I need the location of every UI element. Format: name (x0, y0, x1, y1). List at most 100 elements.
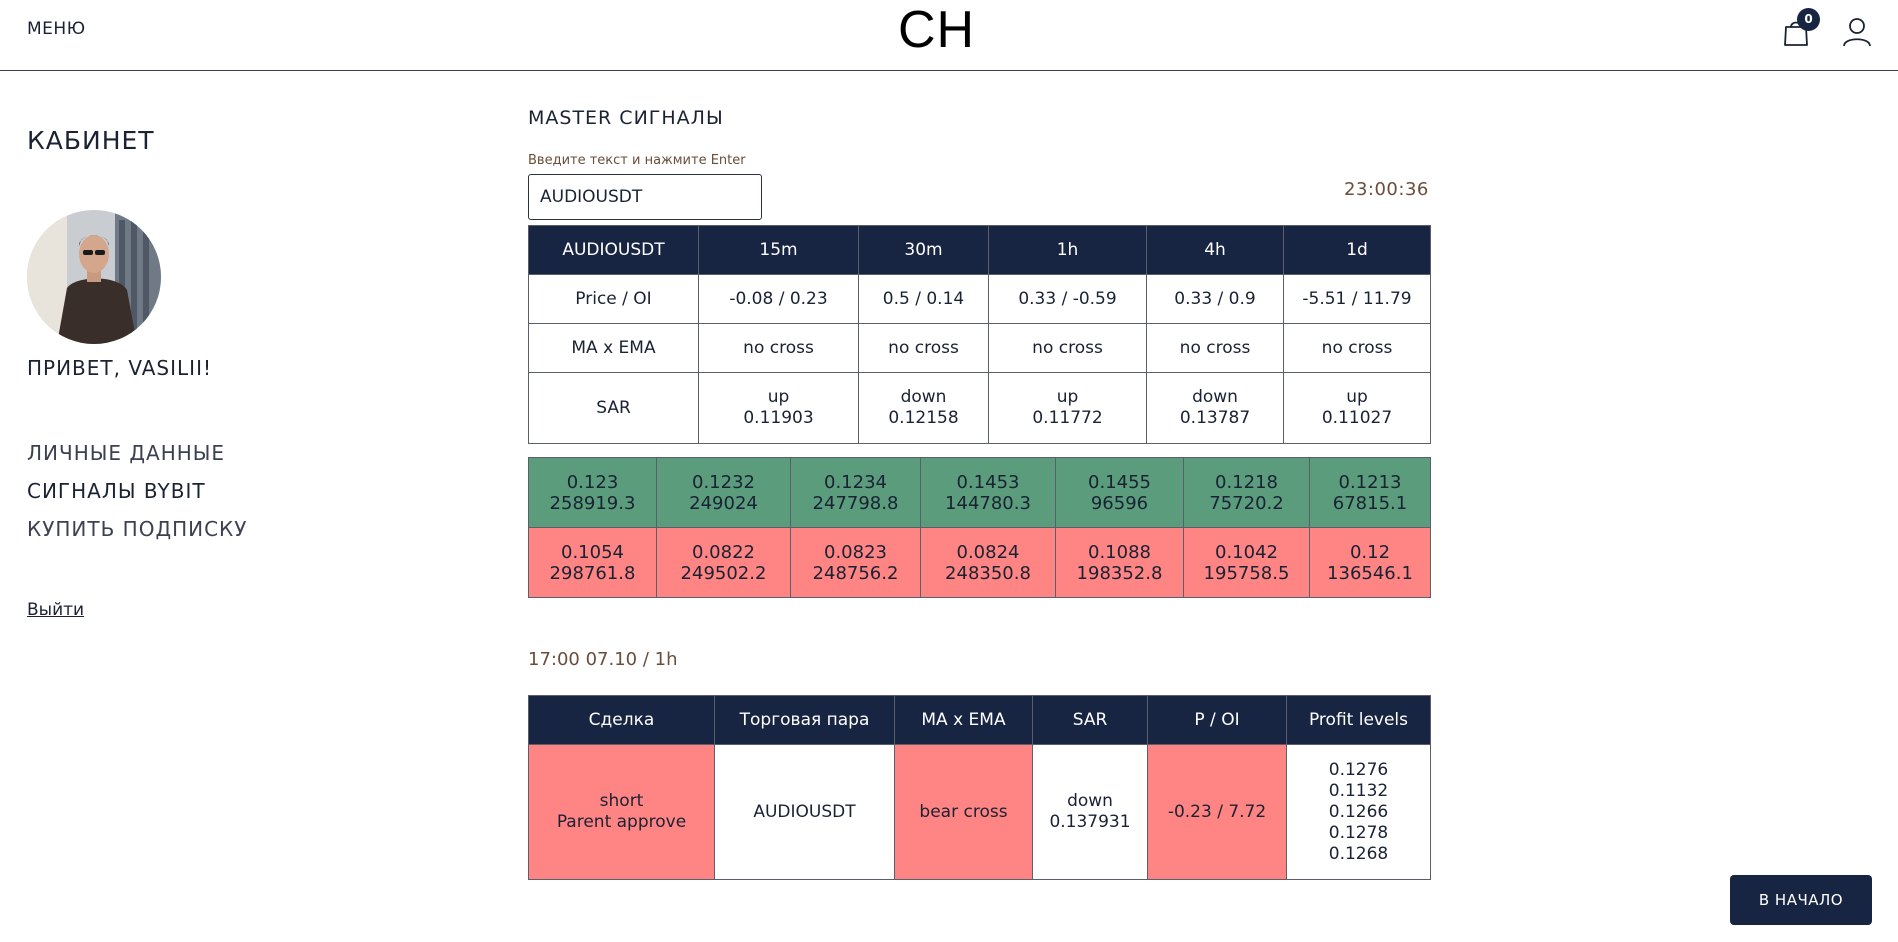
sell-levels-row: 0.1054 298761.8 0.0822 249502.2 0.0823 2487… (528, 527, 1431, 598)
symbol-search-input[interactable] (528, 174, 762, 220)
indicators-header-symbol: AUDIOUSDT (528, 225, 699, 275)
row-label: Price / OI (528, 274, 699, 324)
order-levels-table: 0.123 258919.3 0.1232 249024 0.1234 247798.… (528, 457, 1431, 598)
row-label: SAR (528, 372, 699, 444)
level-cell: 0.1455 96596 (1055, 457, 1184, 528)
level-volume: 248350.8 (945, 562, 1031, 584)
level-price: 0.0822 (692, 541, 755, 563)
price-oi-cell: 0.33 / 0.9 (1146, 274, 1284, 324)
price-oi-cell: -5.51 / 11.79 (1283, 274, 1431, 324)
ma-ema-row: MA x EMA no cross no cross no cross no c… (528, 323, 1431, 373)
trades-table: Сделка Торговая пара MA x EMA SAR P / OI… (528, 695, 1431, 880)
trade-sar-direction: down (1067, 791, 1113, 811)
trades-header-pair: Торговая пара (714, 695, 895, 745)
signal-timestamp: 17:00 07.10 / 1h (528, 649, 678, 670)
level-price: 0.1054 (561, 541, 624, 563)
sar-value: 0.11772 (1032, 408, 1103, 428)
avatar (27, 210, 161, 344)
sar-direction: up (1346, 387, 1368, 407)
ma-ema-cell: no cross (1146, 323, 1284, 373)
trade-p-oi-cell: -0.23 / 7.72 (1147, 744, 1287, 880)
level-price: 0.1213 (1338, 471, 1402, 493)
sidebar-nav: ЛИЧНЫЕ ДАННЫЕ СИГНАЛЫ BYBIT КУПИТЬ ПОДПИ… (27, 440, 247, 554)
level-cell: 0.1054 298761.8 (528, 527, 657, 598)
level-price: 0.0823 (824, 541, 887, 563)
buy-levels-row: 0.123 258919.3 0.1232 249024 0.1234 247798.… (528, 457, 1431, 528)
indicators-header-row: AUDIOUSDT 15m 30m 1h 4h 1d (528, 225, 1431, 275)
price-oi-cell: -0.08 / 0.23 (698, 274, 859, 324)
trade-ma-ema-cell: bear cross (894, 744, 1033, 880)
logout-link[interactable]: Выйти (27, 600, 84, 620)
avatar-photo (27, 210, 161, 344)
row-label: MA x EMA (528, 323, 699, 373)
level-volume: 249024 (689, 492, 758, 514)
level-volume: 249502.2 (680, 562, 767, 584)
level-cell: 0.1234 247798.8 (790, 457, 921, 528)
sar-value: 0.11027 (1321, 408, 1393, 428)
sar-direction: down (1192, 387, 1238, 407)
level-cell: 0.0822 249502.2 (656, 527, 791, 598)
ma-ema-cell: no cross (698, 323, 859, 373)
trades-header-deal: Сделка (528, 695, 715, 745)
greeting-text: ПРИВЕТ, VASILII! (27, 356, 212, 380)
logo[interactable]: CH (898, 0, 975, 60)
top-header: МЕНЮ CH 0 (0, 0, 1898, 71)
level-price: 0.1218 (1215, 471, 1278, 493)
indicators-header-4h: 4h (1146, 225, 1284, 275)
level-price: 0.1088 (1088, 541, 1151, 563)
profit-level: 0.1268 (1328, 843, 1389, 864)
level-volume: 247798.8 (812, 492, 899, 514)
indicators-table: AUDIOUSDT 15m 30m 1h 4h 1d Price / OI -0… (528, 225, 1431, 444)
trade-sar-value: 0.137931 (1049, 812, 1131, 832)
price-oi-row: Price / OI -0.08 / 0.23 0.5 / 0.14 0.33 … (528, 274, 1431, 324)
level-cell: 0.0824 248350.8 (920, 527, 1056, 598)
trades-header-ma-ema: MA x EMA (894, 695, 1033, 745)
level-cell: 0.1213 67815.1 (1309, 457, 1431, 528)
price-oi-cell: 0.5 / 0.14 (858, 274, 989, 324)
profit-level: 0.1132 (1328, 780, 1389, 801)
user-icon[interactable] (1842, 16, 1872, 48)
trade-sar-cell: down 0.137931 (1032, 744, 1148, 880)
price-oi-cell: 0.33 / -0.59 (988, 274, 1147, 324)
trade-deal-note: Parent approve (556, 812, 687, 832)
back-to-top-button[interactable]: В НАЧАЛО (1730, 875, 1872, 925)
ma-ema-cell: no cross (1283, 323, 1431, 373)
sar-direction: up (767, 387, 790, 407)
level-price: 0.1042 (1215, 541, 1278, 563)
level-cell: 0.1218 75720.2 (1183, 457, 1310, 528)
level-volume: 198352.8 (1076, 562, 1163, 584)
sidebar-item-buy-subscription[interactable]: КУПИТЬ ПОДПИСКУ (27, 516, 247, 554)
sar-cell: up 0.11772 (988, 372, 1147, 444)
level-cell: 0.12 136546.1 (1309, 527, 1431, 598)
cart-count-badge: 0 (1797, 8, 1820, 31)
profit-level: 0.1278 (1328, 822, 1389, 843)
clock: 23:00:36 (1344, 179, 1429, 200)
menu-button[interactable]: МЕНЮ (27, 19, 86, 39)
level-volume: 298761.8 (549, 562, 636, 584)
level-price: 0.123 (566, 471, 619, 493)
level-volume: 75720.2 (1209, 492, 1284, 514)
sidebar-item-personal-data[interactable]: ЛИЧНЫЕ ДАННЫЕ (27, 440, 247, 478)
sar-cell: up 0.11903 (698, 372, 859, 444)
trade-deal-type: short (599, 791, 644, 811)
sar-cell: down 0.13787 (1146, 372, 1284, 444)
indicators-header-1d: 1d (1283, 225, 1431, 275)
sar-cell: down 0.12158 (858, 372, 989, 444)
sar-direction: down (900, 387, 947, 407)
level-cell: 0.123 258919.3 (528, 457, 657, 528)
profit-level: 0.1266 (1328, 801, 1389, 822)
trades-header-profit-levels: Profit levels (1286, 695, 1431, 745)
sar-value: 0.11903 (743, 408, 814, 428)
level-volume: 144780.3 (945, 492, 1031, 514)
level-price: 0.1232 (692, 471, 755, 493)
level-cell: 0.1232 249024 (656, 457, 791, 528)
sidebar-item-bybit-signals[interactable]: СИГНАЛЫ BYBIT (27, 478, 247, 516)
sar-row: SAR up 0.11903 down 0.12158 up 0.11772 down… (528, 372, 1431, 444)
indicators-header-30m: 30m (858, 225, 989, 275)
level-price: 0.0824 (956, 541, 1020, 563)
profit-level: 0.1276 (1328, 759, 1389, 780)
level-cell: 0.0823 248756.2 (790, 527, 921, 598)
ma-ema-cell: no cross (988, 323, 1147, 373)
level-cell: 0.1088 198352.8 (1055, 527, 1184, 598)
search-input-hint: Введите текст и нажмите Enter (528, 153, 746, 168)
